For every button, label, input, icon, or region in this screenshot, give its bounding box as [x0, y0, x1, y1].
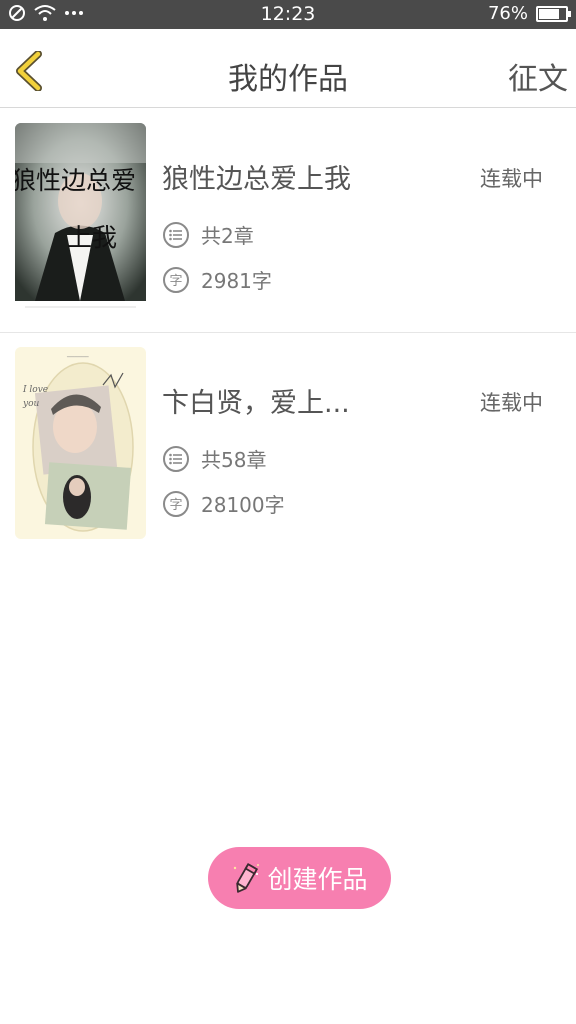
pencil-icon — [234, 863, 260, 893]
word-count: 字 2981字 — [163, 265, 272, 294]
book-cover: 狼性边总爱 上我 — [15, 123, 146, 315]
create-work-label: 创建作品 — [267, 865, 368, 894]
status-badge: 连载中 — [480, 167, 543, 191]
book-cover: ────── I love you — [15, 347, 146, 539]
contest-button[interactable]: 征文 — [508, 54, 568, 98]
chapter-count: 共2章 — [163, 220, 254, 249]
list-icon — [163, 445, 189, 472]
word-count-text: 28100字 — [201, 493, 285, 517]
work-list-item[interactable]: 狼性边总爱 上我 狼性边总爱上我 连载中 共2章 字 2981字 — [0, 109, 576, 333]
character-icon: 字 — [163, 490, 189, 517]
chapter-count: 共58章 — [163, 444, 266, 473]
battery-icon — [536, 5, 571, 22]
cover-title-line-2: 上我 — [67, 223, 118, 252]
work-list-item[interactable]: ────── I love you 卞白贤，爱上... 连载中 共58章 字 2… — [0, 333, 576, 557]
word-count: 字 28100字 — [163, 489, 285, 518]
chapter-count-text: 共58章 — [201, 448, 267, 472]
page-title: 我的作品 — [228, 62, 348, 97]
word-count-text: 2981字 — [201, 269, 272, 293]
chapter-count-text: 共2章 — [201, 224, 254, 248]
status-bar: 12:23 76% — [0, 0, 576, 29]
character-icon: 字 — [163, 266, 189, 293]
status-badge: 连载中 — [480, 391, 543, 415]
battery-level — [539, 8, 559, 19]
work-title: 狼性边总爱上我 — [162, 164, 351, 195]
work-title: 卞白贤，爱上... — [162, 388, 350, 419]
create-work-button[interactable]: 创建作品 — [208, 847, 391, 909]
cover-title-line-1: 狼性边总爱 — [15, 166, 137, 195]
cover-love-text: I love you — [23, 385, 49, 409]
status-right: 76% — [487, 3, 571, 24]
header: 我的作品 征文 — [0, 29, 576, 108]
svg-text:──────: ────── — [66, 354, 89, 361]
battery-percent: 76% — [487, 3, 528, 24]
list-icon — [163, 221, 189, 248]
